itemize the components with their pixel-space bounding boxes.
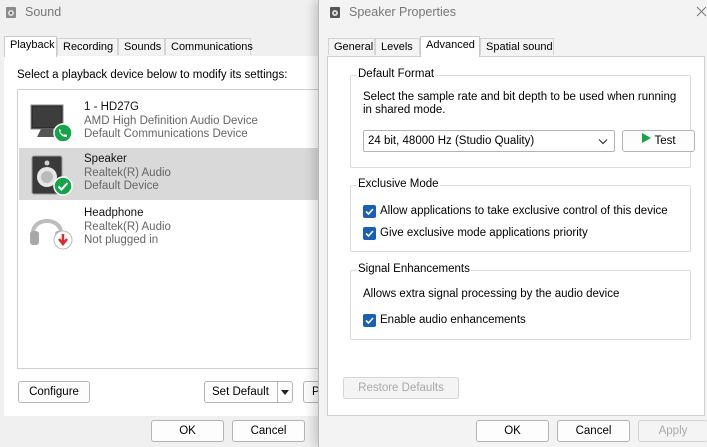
speaker-properties-window: Speaker Properties General Levels Advanc… [318, 0, 707, 447]
chevron-down-icon [598, 137, 608, 149]
tab-playback[interactable]: Playback [4, 36, 57, 57]
playback-panel: Select a playback device below to modify… [4, 56, 343, 416]
device-item-hd27g[interactable]: 1 - HD27G AMD High Definition Audio Devi… [19, 96, 320, 148]
device-driver: AMD High Definition Audio Device [84, 115, 258, 127]
device-status: Not plugged in [84, 234, 159, 246]
tab-general[interactable]: General [328, 38, 375, 55]
exclusive-control-checkbox[interactable] [363, 205, 376, 218]
default-format-title: Default Format [357, 68, 436, 80]
device-list: 1 - HD27G AMD High Definition Audio Devi… [17, 89, 322, 369]
sample-rate-value: 24 bit, 48000 Hz (Studio Quality) [368, 135, 535, 147]
description-line: in shared mode. [363, 104, 446, 116]
checkmark-icon [365, 317, 374, 325]
props-titlebar: Speaker Properties [319, 0, 707, 26]
props-cancel-button[interactable]: Cancel [557, 420, 630, 442]
sound-window: Sound Playback Recording Sounds Communic… [0, 0, 343, 447]
advanced-panel: Default Format Select the sample rate an… [327, 56, 705, 416]
exclusive-priority-label[interactable]: Give exclusive mode applications priorit… [380, 227, 588, 239]
speaker-app-icon [329, 6, 341, 19]
default-format-group: Default Format Select the sample rate an… [350, 68, 695, 168]
exclusive-control-label[interactable]: Allow applications to take exclusive con… [380, 205, 668, 217]
configure-button[interactable]: Configure [18, 381, 90, 403]
props-ok-button[interactable]: OK [476, 420, 549, 442]
default-check-icon [53, 176, 73, 199]
device-name: 1 - HD27G [84, 101, 139, 113]
phone-badge-icon [53, 123, 73, 146]
close-icon[interactable] [695, 5, 707, 19]
play-icon [641, 131, 652, 151]
device-status: Default Device [84, 180, 159, 192]
chevron-down-icon [281, 390, 289, 395]
signal-enhancements-description: Allows extra signal processing by the au… [363, 288, 620, 300]
audio-enhancements-label[interactable]: Enable audio enhancements [380, 314, 526, 326]
audio-enhancements-checkbox[interactable] [363, 314, 376, 327]
apply-button[interactable]: Apply [638, 420, 707, 442]
device-name: Headphone [84, 207, 144, 219]
sound-cancel-button[interactable]: Cancel [232, 420, 305, 442]
signal-enhancements-group: Signal Enhancements Allows extra signal … [350, 263, 691, 340]
test-label: Test [654, 135, 676, 148]
speaker-app-icon [5, 6, 17, 19]
tab-sounds[interactable]: Sounds [118, 38, 165, 55]
playback-instruction: Select a playback device below to modify… [17, 69, 288, 81]
checkmark-icon [365, 208, 374, 216]
device-driver: Realtek(R) Audio [84, 221, 171, 233]
device-driver: Realtek(R) Audio [84, 167, 171, 179]
restore-defaults-button[interactable]: Restore Defaults [343, 377, 459, 399]
tab-recording[interactable]: Recording [57, 38, 118, 55]
sound-ok-button[interactable]: OK [151, 420, 224, 442]
test-button[interactable]: Test [622, 130, 695, 152]
sound-titlebar: Sound [0, 0, 329, 26]
set-default-label: Set Default [212, 386, 269, 398]
exclusive-mode-title: Exclusive Mode [357, 178, 440, 190]
tab-levels[interactable]: Levels [375, 38, 420, 55]
tab-spatial-sound[interactable]: Spatial sound [480, 38, 554, 55]
tab-advanced[interactable]: Advanced [420, 36, 480, 57]
device-status: Default Communications Device [84, 128, 248, 140]
sample-rate-select[interactable]: 24 bit, 48000 Hz (Studio Quality) [363, 130, 615, 152]
device-item-headphone[interactable]: Headphone Realtek(R) Audio Not plugged i… [19, 202, 320, 254]
tab-communications[interactable]: Communications [165, 38, 253, 55]
unplugged-arrow-icon [53, 230, 73, 253]
checkmark-icon [365, 230, 374, 238]
device-item-speaker[interactable]: Speaker Realtek(R) Audio Default Device [19, 148, 320, 200]
exclusive-mode-group: Exclusive Mode Allow applications to tak… [350, 178, 691, 252]
device-name: Speaker [84, 153, 127, 165]
exclusive-priority-checkbox[interactable] [363, 227, 376, 240]
set-default-dropdown[interactable] [277, 382, 292, 402]
default-format-description: Select the sample rate and bit depth to … [363, 91, 676, 117]
sound-window-title: Sound [25, 5, 62, 19]
set-default-button[interactable]: Set Default [204, 381, 293, 403]
props-window-title: Speaker Properties [349, 5, 457, 19]
description-line: Select the sample rate and bit depth to … [363, 91, 677, 103]
signal-enhancements-title: Signal Enhancements [357, 263, 471, 275]
